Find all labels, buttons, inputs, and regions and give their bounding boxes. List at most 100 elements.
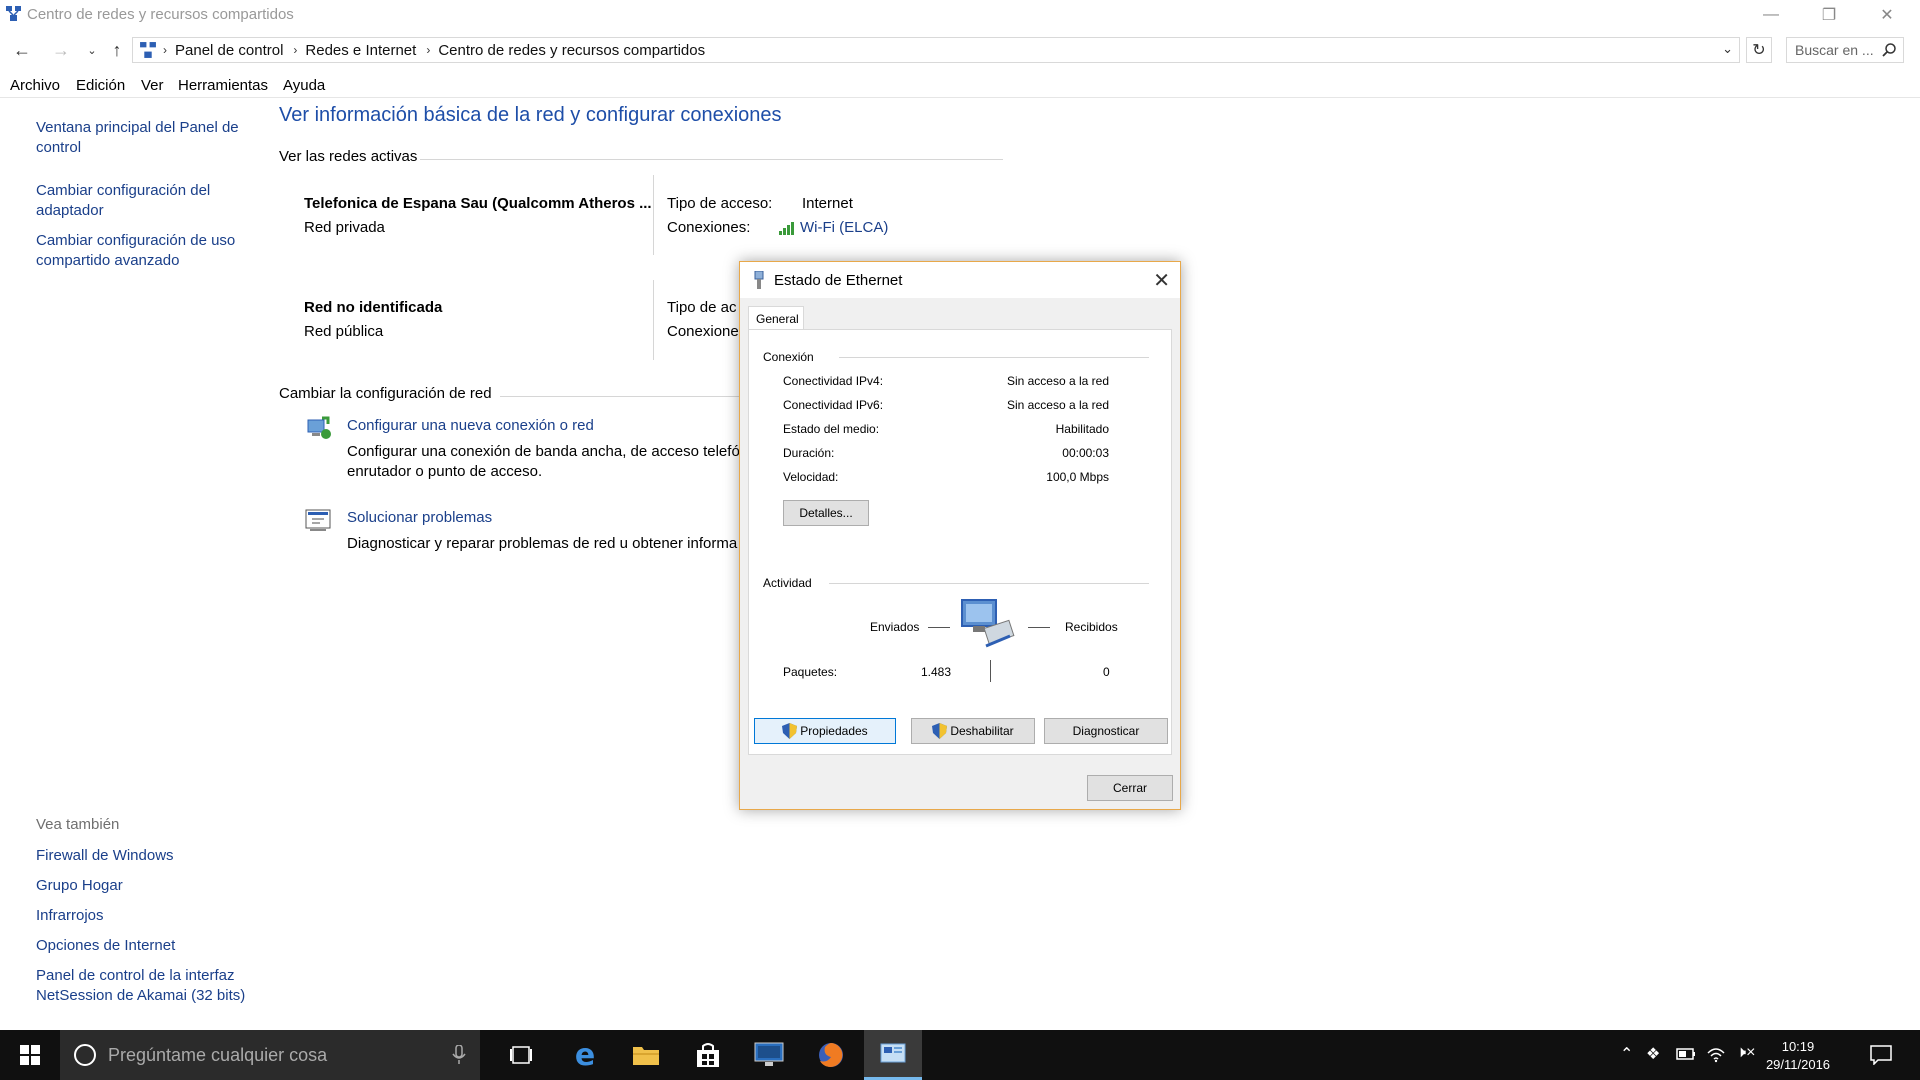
change-config-header: Cambiar la configuración de red (279, 385, 492, 402)
ipv4-value: Sin acceso a la red (1006, 374, 1109, 388)
ethernet-status-dialog: Estado de Ethernet ✕ General Conexión Co… (739, 261, 1181, 810)
access-type-label-1: Tipo de acceso: (667, 195, 773, 212)
minimize-button[interactable]: — (1748, 0, 1794, 30)
dropbox-icon[interactable]: ❖ (1646, 1044, 1660, 1064)
ethernet-plug-icon (754, 271, 764, 289)
menu-herramientas[interactable]: Herramientas (178, 77, 268, 94)
sidebar-link-adapter-settings[interactable]: Cambiar configuración del adaptador (36, 181, 246, 221)
network-name-2: Red no identificada (304, 299, 443, 316)
wifi-connection-link[interactable]: Wi-Fi (ELCA) (778, 219, 888, 236)
firefox-icon[interactable] (802, 1030, 860, 1080)
address-box[interactable]: › Panel de control › Redes e Internet › … (132, 37, 1740, 63)
dialog-titlebar: Estado de Ethernet ✕ (740, 262, 1180, 298)
back-arrow-icon[interactable]: ← (11, 38, 33, 62)
dialog-close-icon[interactable]: ✕ (1153, 268, 1170, 293)
received-label: Recibidos (1065, 620, 1118, 634)
group-divider (839, 357, 1149, 358)
breadcrumb-separator-icon: › (293, 43, 298, 57)
refresh-icon[interactable]: ↻ (1746, 37, 1772, 63)
wifi-tray-icon[interactable] (1706, 1045, 1726, 1063)
details-button[interactable]: Detalles... (783, 500, 869, 526)
see-also-homegroup[interactable]: Grupo Hogar (36, 876, 123, 896)
wifi-connection-label: Wi-Fi (ELCA) (800, 219, 889, 236)
sent-line (928, 627, 950, 628)
ipv6-value: Sin acceso a la red (1006, 398, 1109, 412)
media-state-value: Habilitado (1055, 422, 1109, 436)
cortana-search-box[interactable]: Pregúntame cualquier cosa (60, 1030, 480, 1080)
see-also-akamai[interactable]: Panel de control de la interfaz NetSessi… (36, 966, 256, 1006)
activity-divider (990, 660, 991, 682)
battery-icon[interactable] (1676, 1047, 1696, 1061)
troubleshoot-icon (305, 509, 331, 531)
network-divider (653, 175, 654, 255)
menu-bar: Archivo Edición Ver Herramientas Ayuda (0, 74, 1920, 98)
task-view-icon[interactable] (492, 1030, 550, 1080)
disable-button-label: Deshabilitar (950, 724, 1014, 738)
connection-group-label: Conexión (763, 350, 814, 364)
search-input[interactable]: Buscar en ... (1786, 37, 1904, 63)
setup-new-connection-link[interactable]: Configurar una nueva conexión o red (347, 417, 594, 434)
address-dropdown-icon[interactable]: ⌄ (1722, 41, 1733, 57)
packets-label: Paquetes: (783, 665, 838, 679)
see-also-firewall[interactable]: Firewall de Windows (36, 846, 174, 866)
disable-button[interactable]: Deshabilitar (911, 718, 1035, 744)
troubleshoot-link[interactable]: Solucionar problemas (347, 509, 492, 526)
new-connection-icon (307, 416, 331, 439)
search-icon (1882, 43, 1896, 57)
sidebar-link-advanced-sharing[interactable]: Cambiar configuración de uso compartido … (36, 231, 246, 271)
diagnose-button[interactable]: Diagnosticar (1044, 718, 1168, 744)
start-button[interactable] (0, 1030, 60, 1080)
menu-edicion[interactable]: Edición (76, 77, 125, 94)
setup-new-connection-desc-2: enrutador o punto de acceso. (347, 463, 543, 480)
breadcrumb-control-panel[interactable]: Panel de control (175, 42, 283, 59)
window-titlebar: Centro de redes y recursos compartidos —… (0, 0, 1920, 30)
uac-shield-icon (782, 723, 798, 739)
network-type-2: Red pública (304, 323, 384, 340)
connections-label-1: Conexiones: (667, 219, 751, 236)
menu-archivo[interactable]: Archivo (10, 77, 60, 94)
show-hidden-icons-icon[interactable]: ⌃ (1620, 1044, 1633, 1064)
network-type-1: Red privada (304, 219, 385, 236)
packets-sent-value: 1.483 (921, 665, 952, 679)
menu-ayuda[interactable]: Ayuda (283, 77, 325, 94)
menu-ver[interactable]: Ver (141, 77, 164, 94)
up-arrow-icon[interactable]: ↑ (106, 38, 128, 62)
tab-general[interactable]: General (748, 306, 804, 330)
taskbar: Pregúntame cualquier cosa e ⌃ ❖ 🕨× 10:19… (0, 1030, 1920, 1080)
window-title: Centro de redes y recursos compartidos (27, 6, 294, 23)
action-center-icon[interactable] (1870, 1045, 1892, 1065)
received-line (1028, 627, 1050, 628)
file-explorer-icon[interactable] (617, 1030, 675, 1080)
forward-arrow-icon[interactable]: → (50, 38, 72, 62)
ipv6-label: Conectividad IPv6: (783, 398, 884, 412)
store-icon[interactable] (679, 1030, 737, 1080)
access-type-value-1: Internet (802, 195, 853, 212)
clock[interactable]: 10:19 29/11/2016 (1758, 1038, 1838, 1074)
see-also-infrared[interactable]: Infrarrojos (36, 906, 104, 926)
properties-button[interactable]: Propiedades (754, 718, 896, 744)
duration-value: 00:00:03 (1062, 446, 1109, 460)
address-bar: ← → ⌄ ↑ › Panel de control › Redes e Int… (0, 32, 1920, 68)
volume-muted-icon[interactable]: 🕨× (1736, 1044, 1755, 1062)
recent-locations-chevron-icon[interactable]: ⌄ (81, 38, 103, 62)
restore-button[interactable]: ❐ (1806, 0, 1852, 30)
network-divider (653, 280, 654, 360)
sidebar-link-control-panel-home[interactable]: Ventana principal del Panel de control (36, 118, 246, 158)
network-center-taskbar-icon[interactable] (864, 1030, 922, 1080)
dialog-title: Estado de Ethernet (774, 272, 903, 289)
breadcrumb-network-center[interactable]: Centro de redes y recursos compartidos (438, 42, 705, 59)
microphone-icon[interactable] (452, 1045, 466, 1065)
see-also-internet-options[interactable]: Opciones de Internet (36, 936, 175, 956)
remote-desktop-icon[interactable] (740, 1030, 798, 1080)
media-state-label: Estado del medio: (783, 422, 880, 436)
edge-browser-icon[interactable]: e (556, 1030, 614, 1080)
page-title: Ver información básica de la red y confi… (279, 104, 782, 126)
speed-value: 100,0 Mbps (1046, 470, 1109, 484)
wifi-signal-icon (779, 221, 794, 235)
close-dialog-button[interactable]: Cerrar (1087, 775, 1173, 801)
close-window-button[interactable]: ✕ (1864, 0, 1910, 30)
breadcrumb-separator-icon: › (163, 43, 167, 57)
breadcrumb-network-internet[interactable]: Redes e Internet (305, 42, 416, 59)
section-divider (420, 159, 1003, 160)
see-also-label: Vea también (36, 816, 120, 833)
